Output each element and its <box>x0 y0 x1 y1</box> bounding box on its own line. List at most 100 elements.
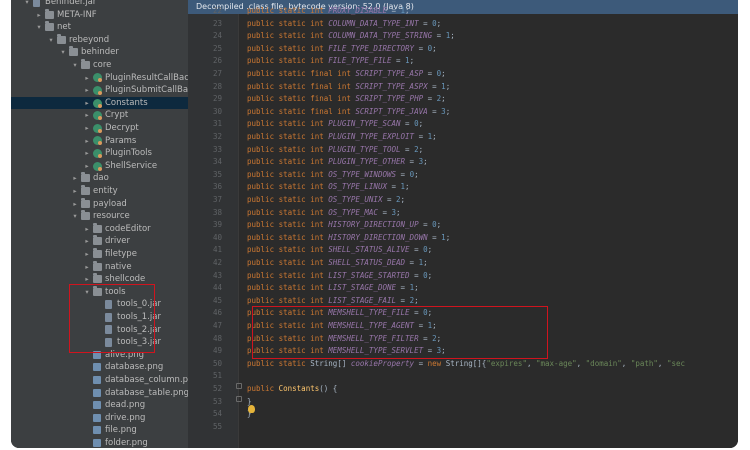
tree-item[interactable]: ▸ native <box>11 260 188 274</box>
code-line[interactable]: public static int PROXY_DISABLE = 1; <box>247 5 410 18</box>
chevron-right-icon[interactable]: ▸ <box>83 273 91 286</box>
chevron-right-icon[interactable]: ▸ <box>71 172 79 185</box>
chevron-right-icon[interactable]: ▸ <box>71 198 79 211</box>
tree-item[interactable]: database_table.png <box>11 387 188 400</box>
tree-item[interactable]: ▸ driver <box>11 235 188 248</box>
chevron-right-icon[interactable]: ▸ <box>83 248 91 261</box>
tree-item[interactable]: tools_1.jar <box>11 311 188 324</box>
chevron-right-icon[interactable]: ▸ <box>83 261 91 274</box>
tree-item[interactable]: tools_0.jar <box>11 298 188 311</box>
chevron-down-icon[interactable]: ▾ <box>71 210 79 223</box>
chevron-right-icon[interactable]: ▸ <box>83 135 91 148</box>
chevron-down-icon[interactable]: ▾ <box>35 21 43 34</box>
tree-item[interactable]: ▸ payload <box>11 197 188 211</box>
code-token: PLUGIN_TYPE_OTHER <box>328 157 406 167</box>
tree-item[interactable]: database_column.png <box>11 374 188 387</box>
code-line[interactable]: public static int OS_TYPE_WINDOWS = 0; <box>247 169 419 182</box>
code-line[interactable]: public static int MEMSHELL_TYPE_FILE = 0… <box>247 307 432 320</box>
tree-item[interactable]: ▸ entity <box>11 185 188 198</box>
chevron-right-icon[interactable]: ▸ <box>83 84 91 97</box>
code-line[interactable]: public static int SHELL_STATUS_ALIVE = 0… <box>247 244 432 257</box>
chevron-down-icon[interactable]: ▾ <box>83 286 91 299</box>
code-line[interactable]: public static int HISTORY_DIRECTION_UP =… <box>247 219 441 232</box>
code-line[interactable]: public static int LIST_STAGE_FAIL = 2; <box>247 295 419 308</box>
tree-item[interactable]: ▾ tools <box>11 285 188 299</box>
project-tree[interactable]: ▾ Behinder.jar ▸ META-INF ▾ net ▾ rebeyond ▾ behi… <box>11 0 188 448</box>
code-line[interactable]: public static int PLUGIN_TYPE_TOOL = 2; <box>247 144 423 157</box>
code-line[interactable]: public static int MEMSHELL_TYPE_SERVLET … <box>247 345 446 358</box>
code-line[interactable]: public static int COLUMN_DATA_TYPE_STRIN… <box>247 30 455 43</box>
chevron-right-icon[interactable]: ▸ <box>83 147 91 160</box>
code-line[interactable]: public static int PLUGIN_TYPE_SCAN = 0; <box>247 118 423 131</box>
code-line[interactable]: public static int FILE_TYPE_FILE = 1; <box>247 55 414 68</box>
code-line[interactable]: public static String[] cookieProperty = … <box>247 358 685 371</box>
tree-item[interactable]: ▸ Decrypt <box>11 122 188 135</box>
code-line[interactable]: public static int FILE_TYPE_DIRECTORY = … <box>247 43 437 56</box>
code-line[interactable]: public static int OS_TYPE_UNIX = 2; <box>247 194 405 207</box>
code-line[interactable]: public static int PLUGIN_TYPE_OTHER = 3; <box>247 156 428 169</box>
tree-item[interactable]: ▸ shellcode <box>11 273 188 286</box>
chevron-right-icon[interactable]: ▸ <box>71 185 79 198</box>
tree-item[interactable]: ▸ filetype <box>11 248 188 261</box>
tree-item[interactable]: ▾ resource <box>11 210 188 223</box>
tree-item[interactable]: tools_2.jar <box>11 324 188 337</box>
chevron-down-icon[interactable]: ▾ <box>47 34 55 47</box>
tree-item[interactable]: tools_3.jar <box>11 336 188 349</box>
tree-item[interactable]: ▸ Params <box>11 135 188 148</box>
chevron-right-icon[interactable]: ▸ <box>83 122 91 135</box>
chevron-right-icon[interactable]: ▸ <box>83 223 91 236</box>
tree-item[interactable]: folder.png <box>11 437 188 448</box>
code-line[interactable]: public static final int SCRIPT_TYPE_JAVA… <box>247 106 450 119</box>
code-line[interactable]: public static int PLUGIN_TYPE_EXPLOIT = … <box>247 131 437 144</box>
tree-item[interactable]: ▸ Constants <box>11 96 188 110</box>
tree-item[interactable]: file.png <box>11 424 188 437</box>
code-line[interactable]: public static int SHELL_STATUS_DEAD = 1; <box>247 257 428 270</box>
tree-item[interactable]: ▸ Crypt <box>11 109 188 122</box>
fold-marker-icon[interactable] <box>236 396 242 402</box>
chevron-right-icon[interactable]: ▸ <box>83 160 91 173</box>
code-line[interactable]: public static int LIST_STAGE_DONE = 1; <box>247 282 419 295</box>
tree-item[interactable]: ▸ codeEditor <box>11 222 188 236</box>
tree-item-label: rebeyond <box>69 34 110 45</box>
tree-item[interactable]: alive.png <box>11 349 188 362</box>
tree-item[interactable]: drive.png <box>11 412 188 425</box>
chevron-down-icon[interactable]: ▾ <box>71 59 79 72</box>
tree-item[interactable]: ▾ Behinder.jar <box>11 0 188 9</box>
tree-item[interactable]: ▾ core <box>11 59 188 72</box>
chevron-right-icon[interactable]: ▸ <box>83 109 91 122</box>
code-line[interactable]: public static int MEMSHELL_TYPE_AGENT = … <box>247 320 437 333</box>
chevron-right-icon[interactable]: ▸ <box>83 97 91 110</box>
code-line[interactable]: public static int OS_TYPE_LINUX = 1; <box>247 181 410 194</box>
code-line[interactable]: public static int OS_TYPE_MAC = 3; <box>247 207 401 220</box>
chevron-right-icon[interactable]: ▸ <box>35 9 43 22</box>
code-line[interactable]: public static final int SCRIPT_TYPE_ASP … <box>247 68 446 81</box>
tree-item[interactable]: ▾ rebeyond <box>11 33 188 47</box>
code-line[interactable]: public static final int SCRIPT_TYPE_PHP … <box>247 93 446 106</box>
code-line[interactable]: public static int COLUMN_DATA_TYPE_INT =… <box>247 18 441 31</box>
code-line[interactable]: public static final int SCRIPT_TYPE_ASPX… <box>247 81 450 94</box>
tree-item[interactable]: database.png <box>11 361 188 374</box>
tree-item[interactable]: ▸ PluginResultCallBack <box>11 72 188 85</box>
code-editor[interactable]: Decompiled .class file, bytecode version… <box>188 0 738 448</box>
tree-item-label: shellcode <box>105 274 146 285</box>
code-token: = <box>414 358 428 368</box>
lightbulb-icon[interactable] <box>248 405 255 413</box>
chevron-down-icon[interactable]: ▾ <box>59 46 67 59</box>
tree-item[interactable]: ▸ META-INF <box>11 8 188 22</box>
code-line[interactable]: public static int HISTORY_DIRECTION_DOWN… <box>247 232 450 245</box>
chevron-right-icon[interactable]: ▸ <box>83 72 91 85</box>
tree-item[interactable]: ▸ PluginSubmitCallBack <box>11 84 188 97</box>
fold-marker-icon[interactable] <box>236 383 242 389</box>
tree-item[interactable]: ▾ net <box>11 21 188 34</box>
code-token: ; <box>441 346 446 356</box>
tree-item[interactable]: ▸ PluginTools <box>11 147 188 160</box>
code-line[interactable]: public Constants() { <box>247 383 337 396</box>
tree-item[interactable]: ▸ ShellService <box>11 160 188 173</box>
chevron-right-icon[interactable]: ▸ <box>83 235 91 248</box>
tree-item[interactable]: dead.png <box>11 399 188 412</box>
code-line[interactable]: public static int MEMSHELL_TYPE_FILTER =… <box>247 333 441 346</box>
chevron-down-icon[interactable]: ▾ <box>23 0 31 9</box>
code-line[interactable]: public static int LIST_STAGE_STARTED = 0… <box>247 270 432 283</box>
tree-item[interactable]: ▾ behinder <box>11 46 188 59</box>
tree-item[interactable]: ▸ dao <box>11 172 188 185</box>
